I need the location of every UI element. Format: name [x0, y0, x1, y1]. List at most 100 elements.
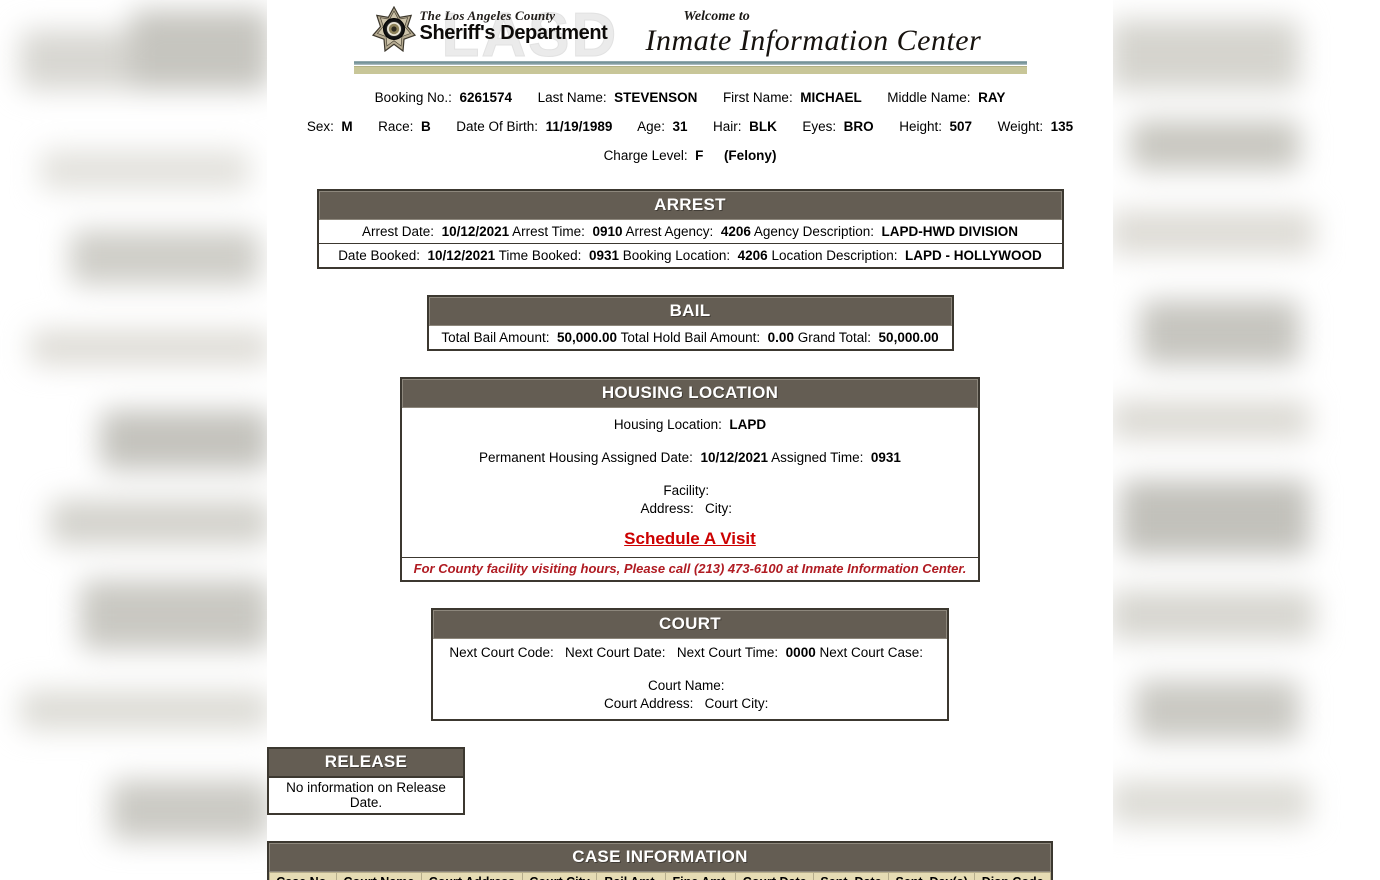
- race-label: Race:: [378, 119, 414, 134]
- location-description-value: LAPD - HOLLYWOOD: [905, 248, 1042, 263]
- agency-description-value: LAPD-HWD DIVISION: [881, 224, 1019, 239]
- assigned-date-value: 10/12/2021: [700, 450, 769, 465]
- assigned-date-label: Permanent Housing Assigned Date:: [479, 450, 693, 465]
- location-description-label: Location Description:: [771, 248, 898, 263]
- address-label: Address:: [640, 501, 694, 516]
- housing-panel-title: HOUSING LOCATION: [402, 379, 978, 408]
- charge-level-label: Charge Level:: [603, 148, 688, 163]
- court-panel-title: COURT: [433, 610, 947, 639]
- facility-label: Facility:: [663, 483, 710, 498]
- last-name-value: STEVENSON: [614, 90, 698, 105]
- arrest-time-value: 0910: [592, 224, 623, 239]
- bail-panel-body: Total Bail Amount: 50,000.00 Total Hold …: [428, 326, 952, 349]
- housing-location-row: Housing Location: LAPD: [402, 414, 978, 435]
- identity-line-names: Booking No.: 6261574 Last Name: STEVENSO…: [267, 90, 1113, 105]
- court-address-label: Court Address:: [604, 696, 694, 711]
- case-information-title: CASE INFORMATION: [269, 843, 1051, 872]
- court-name-row: Court Name:: [433, 675, 947, 696]
- case-information-table: Case No. Court Name Court Address Court …: [269, 872, 1051, 880]
- col-bail-amt: Bail Amt.: [596, 872, 667, 880]
- court-panel: COURT Next Court Code: Next Court Date: …: [431, 608, 949, 721]
- release-message: No information on Release Date.: [267, 778, 465, 815]
- masthead-rule-teal: [353, 61, 1027, 65]
- welcome-text: Welcome to: [683, 9, 750, 24]
- housing-location-value: LAPD: [729, 417, 767, 432]
- arrest-time-label: Arrest Time:: [512, 224, 585, 239]
- arrest-date-value: 10/12/2021: [441, 224, 510, 239]
- housing-panel-body: Housing Location: LAPD Permanent Housing…: [402, 408, 978, 580]
- facility-row: Facility:: [402, 480, 978, 501]
- next-court-time-value: 0000: [785, 645, 816, 660]
- visiting-hours-note: For County facility visiting hours, Plea…: [402, 557, 978, 580]
- total-bail-value: 50,000.00: [556, 330, 618, 345]
- next-court-date-label: Next Court Date:: [565, 645, 666, 660]
- housing-assigned-row: Permanent Housing Assigned Date: 10/12/2…: [402, 447, 978, 468]
- weight-label: Weight:: [997, 119, 1044, 134]
- col-court-name: Court Name: [335, 872, 422, 880]
- last-name-label: Last Name:: [537, 90, 607, 105]
- next-court-case-label: Next Court Case:: [819, 645, 924, 660]
- height-value: 507: [949, 119, 973, 134]
- middle-name-label: Middle Name:: [887, 90, 971, 105]
- col-court-city: Court City: [521, 872, 598, 880]
- hair-label: Hair:: [713, 119, 742, 134]
- site-masthead: LASD The Los Angeles County Sheriff's De…: [353, 0, 1027, 74]
- col-court-date: Court Date: [735, 872, 815, 880]
- middle-name-value: RAY: [978, 90, 1006, 105]
- court-city-label: Court City:: [704, 696, 769, 711]
- arrest-agency-label: Arrest Agency:: [625, 224, 714, 239]
- arrest-panel-body: Arrest Date: 10/12/2021 Arrest Time: 091…: [318, 220, 1062, 267]
- first-name-label: First Name:: [722, 90, 793, 105]
- charge-level-description: (Felony): [723, 148, 777, 163]
- identity-line-physical: Sex: M Race: B Date Of Birth: 11/19/1989…: [267, 119, 1113, 134]
- arrest-panel-title: ARREST: [318, 191, 1062, 220]
- arrest-row-1: Arrest Date: 10/12/2021 Arrest Time: 091…: [318, 220, 1062, 244]
- court-name-label: Court Name:: [647, 678, 725, 693]
- booking-location-label: Booking Location:: [622, 248, 731, 263]
- col-fine-amt: Fine Amt.: [665, 872, 737, 880]
- assigned-time-value: 0931: [870, 450, 901, 465]
- arrest-row-2: Date Booked: 10/12/2021 Time Booked: 093…: [319, 244, 1062, 267]
- age-value: 31: [672, 119, 688, 134]
- schedule-visit-row: Schedule A Visit: [402, 519, 978, 557]
- arrest-date-label: Arrest Date:: [362, 224, 435, 239]
- city-label: City:: [705, 501, 733, 516]
- assigned-time-label: Assigned Time:: [771, 450, 864, 465]
- eyes-label: Eyes:: [802, 119, 837, 134]
- arrest-panel: ARREST Arrest Date: 10/12/2021 Arrest Ti…: [316, 189, 1064, 269]
- age-label: Age:: [637, 119, 665, 134]
- sex-value: M: [341, 119, 353, 134]
- date-booked-value: 10/12/2021: [427, 248, 496, 263]
- time-booked-value: 0931: [588, 248, 619, 263]
- blurred-backdrop-left: [0, 0, 280, 880]
- schedule-a-visit-link[interactable]: Schedule A Visit: [624, 529, 756, 549]
- blurred-backdrop-right: [1110, 0, 1380, 880]
- col-sent-date: Sent. Date: [813, 872, 889, 880]
- total-bail-label: Total Bail Amount:: [441, 330, 550, 345]
- bail-row: Total Bail Amount: 50,000.00 Total Hold …: [429, 326, 952, 349]
- booking-no-label: Booking No.:: [374, 90, 452, 105]
- case-information-panel: CASE INFORMATION Case No. Court Name Cou…: [267, 841, 1053, 880]
- grand-total-label: Grand Total:: [797, 330, 872, 345]
- dob-label: Date Of Birth:: [456, 119, 539, 134]
- arrest-agency-value: 4206: [720, 224, 751, 239]
- sex-label: Sex:: [306, 119, 334, 134]
- housing-location-panel: HOUSING LOCATION Housing Location: LAPD …: [400, 377, 980, 582]
- department-wordmark: The Los Angeles County Sheriff's Departm…: [420, 8, 608, 45]
- total-hold-bail-value: 0.00: [767, 330, 794, 345]
- col-court-address: Court Address: [420, 872, 523, 880]
- race-value: B: [420, 119, 431, 134]
- next-court-time-label: Next Court Time:: [676, 645, 779, 660]
- release-panel: RELEASE No information on Release Date.: [267, 747, 465, 815]
- eyes-value: BRO: [843, 119, 874, 134]
- bail-panel: BAIL Total Bail Amount: 50,000.00 Total …: [426, 295, 954, 351]
- site-title: Inmate Information Center: [645, 24, 982, 57]
- page-root: LASD The Los Angeles County Sheriff's De…: [0, 0, 1380, 880]
- court-address-row: Court Address: Court City:: [433, 696, 947, 714]
- col-disp-code: Disp Code: [974, 872, 1051, 880]
- booking-location-value: 4206: [737, 248, 768, 263]
- date-booked-label: Date Booked:: [338, 248, 420, 263]
- total-hold-bail-label: Total Hold Bail Amount:: [620, 330, 761, 345]
- booking-no-value: 6261574: [459, 90, 513, 105]
- release-panel-title: RELEASE: [267, 747, 465, 778]
